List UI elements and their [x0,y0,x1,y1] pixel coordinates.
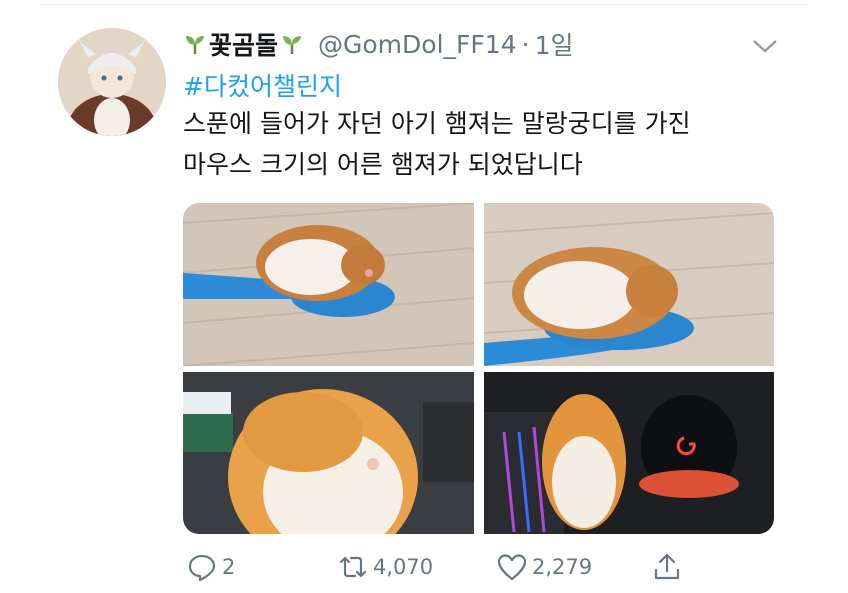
tweet-header: 꽃곰돌 @GomDol_FF14 · 1일 [183,24,573,64]
reply-icon [188,554,216,582]
sprout-icon [186,36,204,54]
reply-count: 2 [222,555,236,579]
adult-hamster-back-photo[interactable] [183,372,474,534]
retweet-count: 4,070 [373,555,434,579]
chevron-down-icon[interactable] [750,36,780,56]
hamster-beside-mouse-photo[interactable] [484,372,774,534]
display-name[interactable]: 꽃곰돌 [209,26,278,62]
avatar[interactable] [58,28,166,136]
like-button[interactable]: 2,279 [496,551,592,583]
retweet-button[interactable]: 4,070 [337,551,433,583]
tweet-text: 스푼에 들어가 자던 아기 햄져는 말랑궁디를 가진 마우스 크기의 어른 햄져… [183,103,803,185]
share-button[interactable] [651,551,687,583]
avatar-image [58,28,166,136]
media-grid [183,203,774,534]
hashtag-link[interactable]: #다컸어챌린지 [183,67,342,103]
hamster-on-spoon-photo[interactable] [183,203,474,366]
user-handle[interactable]: @GomDol_FF14 [318,30,517,59]
tweet-text-line: 마우스 크기의 어른 햄져가 되었답니다 [183,150,583,179]
tweet-actions: 2 4,070 2,279 [0,551,848,591]
hamster-on-spoon-closeup-photo[interactable] [484,203,774,366]
like-count: 2,279 [532,555,593,579]
tweet-timestamp[interactable]: 1일 [535,26,574,62]
reply-button[interactable]: 2 [186,551,235,583]
separator-dot: · [521,29,530,59]
heart-icon [497,554,527,581]
sprout-icon [283,36,302,54]
share-icon [654,553,680,580]
retweet-icon [339,556,367,578]
tweet-text-line: 스푼에 들어가 자던 아기 햄져는 말랑궁디를 가진 [183,109,691,138]
top-divider [40,4,808,5]
